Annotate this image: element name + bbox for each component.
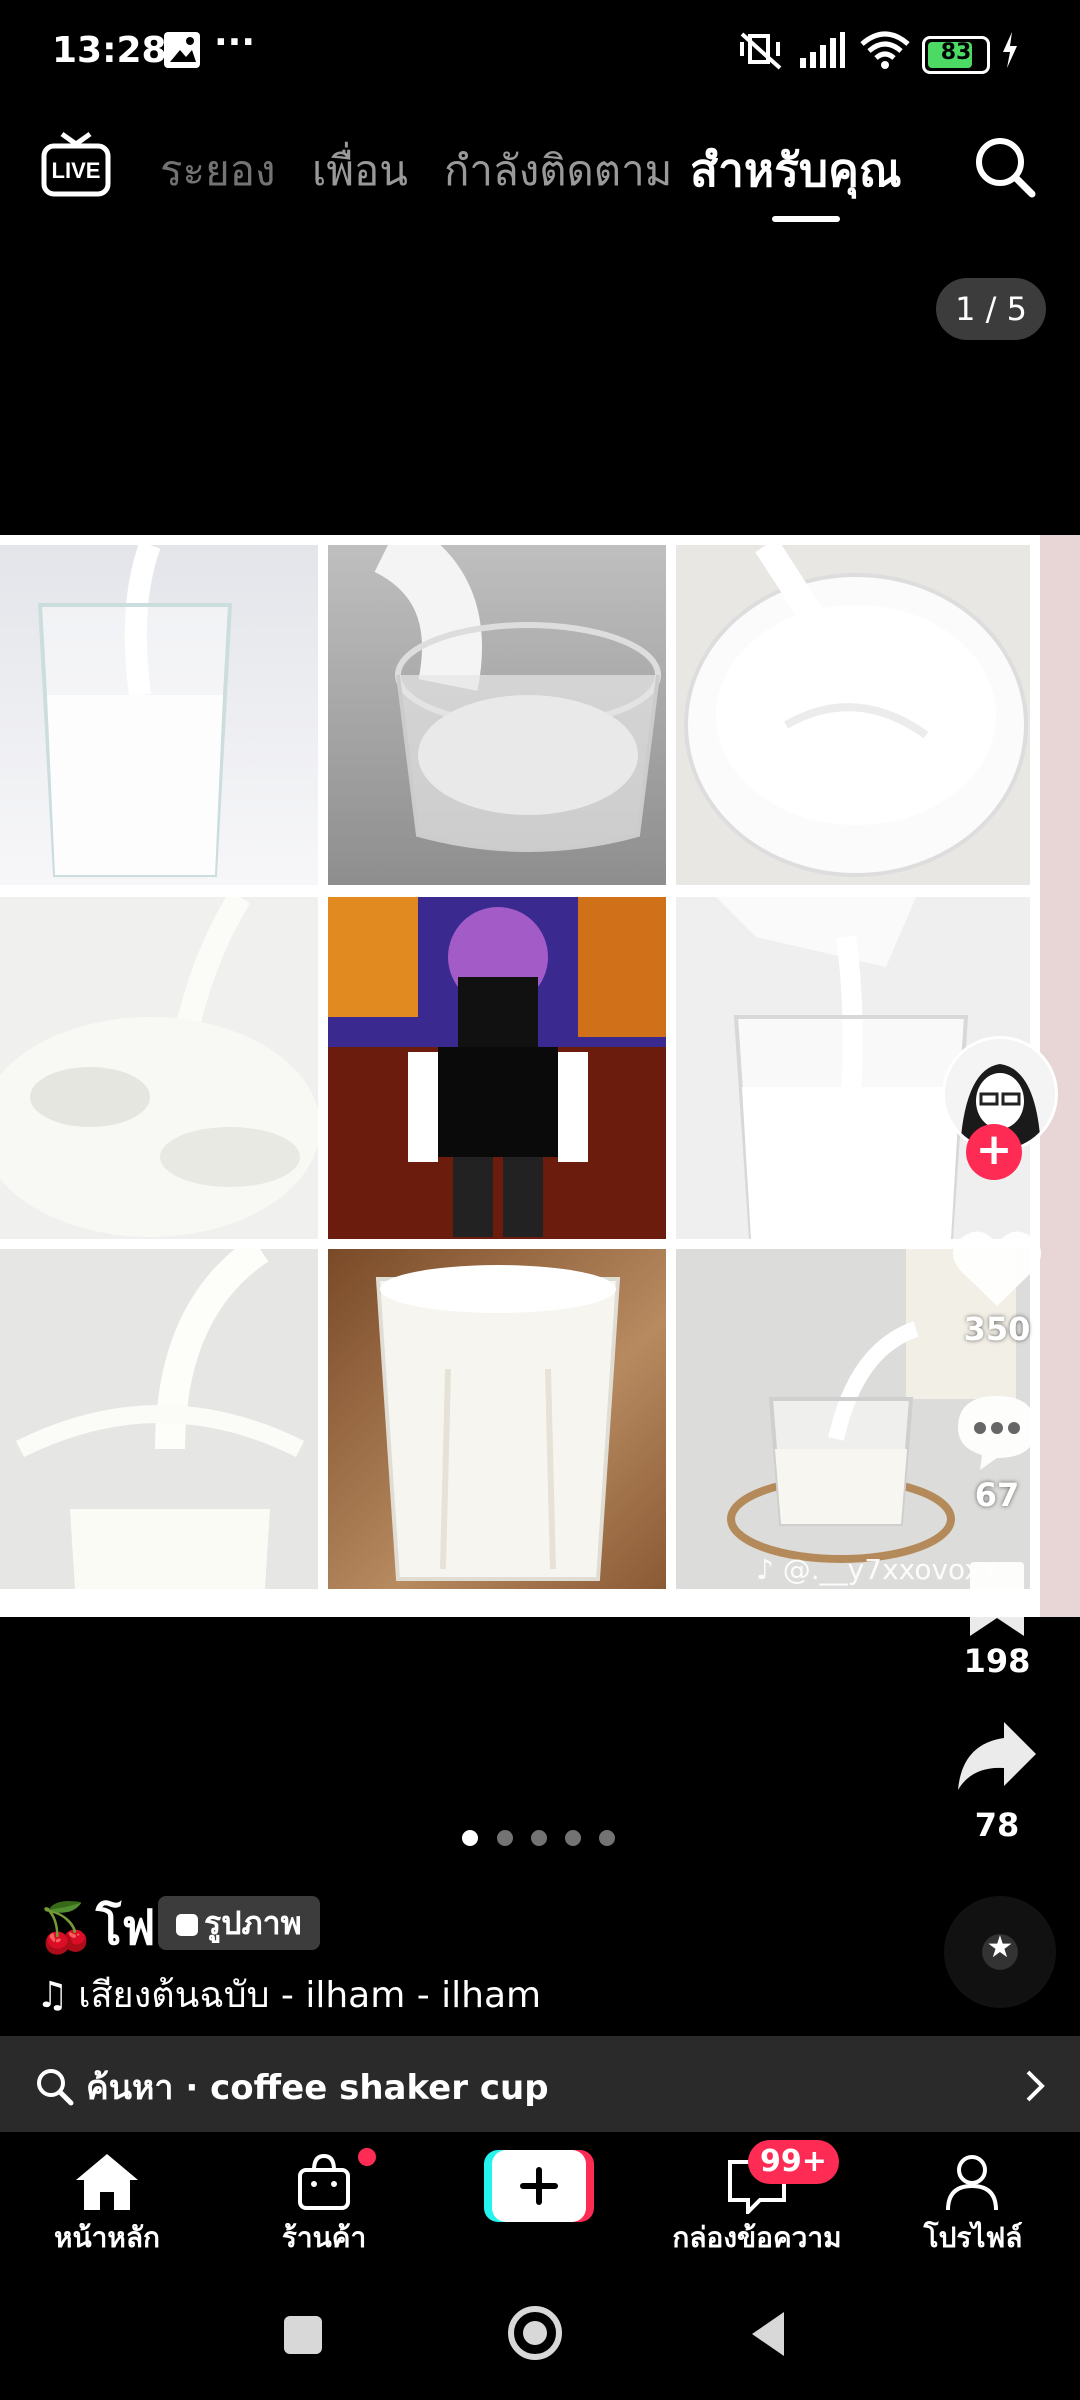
tab-for-you[interactable]: สำหรับคุณ (690, 134, 902, 207)
search-icon (37, 2069, 74, 2106)
shop-bag-icon[interactable] (294, 2152, 354, 2212)
comment-count: 67 (974, 1476, 1020, 1514)
roblox-avatar-photo (328, 897, 666, 1239)
mute-vibrate-icon (740, 32, 782, 70)
battery-icon: 83 (922, 36, 990, 74)
recents-square-icon[interactable] (284, 2316, 322, 2354)
milk-pour-bowl-photo (328, 545, 666, 885)
slide-indicator-dot (497, 1830, 513, 1846)
slide-indicator-dot (599, 1830, 615, 1846)
photo-mode-badge: รูปภาพ (158, 1896, 320, 1950)
milk-splash-glass-photo (0, 1249, 318, 1589)
charging-icon (1003, 32, 1017, 68)
status-bar: 13:28 ··· 83 (0, 0, 1080, 110)
like-count: 350 (963, 1310, 1031, 1348)
live-icon[interactable]: LIVE (40, 128, 112, 200)
milk-glass-wood-photo (328, 1249, 666, 1589)
more-notifications-icon: ··· (214, 22, 256, 63)
nav-profile-label[interactable]: โปรไฟล์ (873, 2216, 1073, 2260)
milk-glass-photo (0, 545, 318, 885)
photo-badge-label: รูปภาพ (204, 1904, 302, 1942)
chevron-right-icon (1026, 2070, 1045, 2102)
battery-level: 83 (940, 40, 972, 65)
milk-splash-cream-photo (0, 897, 318, 1239)
yogurt-bowl-photo (676, 545, 1030, 885)
home-circle-icon[interactable] (508, 2306, 562, 2360)
photo-badge-icon (176, 1914, 198, 1936)
photo-page-counter: 1 / 5 (936, 278, 1046, 340)
music-disc-icon[interactable]: ★ (944, 1896, 1056, 2008)
slide-indicator-dot (531, 1830, 547, 1846)
share-count: 78 (974, 1806, 1020, 1844)
nav-inbox-label[interactable]: กล่องข้อความ (657, 2216, 857, 2260)
save-count: 198 (963, 1642, 1031, 1680)
music-note-icon: ♫ (36, 1975, 69, 2016)
shop-notification-dot (358, 2148, 376, 2166)
music-line[interactable]: ♫ เสียงต้นฉบับ - ilham - ilham (36, 1966, 541, 2023)
follow-plus-button[interactable]: + (966, 1124, 1022, 1180)
create-plus-button[interactable] (484, 2150, 594, 2222)
inbox-unread-badge: 99+ (748, 2140, 839, 2184)
slide-indicator-dot (565, 1830, 581, 1846)
music-title: เสียงต้นฉบับ - ilham - ilham (78, 1975, 542, 2016)
tab-friends[interactable]: เพื่อน (312, 138, 408, 204)
signal-icon (800, 32, 845, 68)
like-heart-icon[interactable] (950, 1226, 1044, 1310)
tab-active-indicator (772, 216, 840, 222)
creator-name[interactable]: 🍒โฟ (36, 1890, 156, 1966)
nav-shop-label[interactable]: ร้านค้า (224, 2216, 424, 2260)
live-label: LIVE (52, 158, 101, 183)
photo-collage[interactable]: ♪ @.__y7xxovoxx (0, 535, 1080, 1617)
status-time: 13:28 (52, 30, 167, 71)
home-icon[interactable] (74, 2152, 140, 2212)
related-search-text: ค้นหา · coffee shaker cup (86, 2068, 549, 2108)
tiktok-watermark: ♪ @.__y7xxovoxx (756, 1553, 998, 1586)
tab-local[interactable]: ระยอง (160, 138, 275, 204)
search-icon[interactable] (972, 134, 1038, 200)
nav-home-label[interactable]: หน้าหลัก (7, 2216, 207, 2260)
back-triangle-icon[interactable] (748, 2310, 788, 2358)
wifi-icon (860, 31, 910, 69)
tab-following[interactable]: กำลังติดตาม (444, 138, 672, 204)
share-arrow-icon[interactable] (956, 1720, 1038, 1792)
gallery-notification-icon (164, 32, 200, 68)
bookmark-icon[interactable] (966, 1560, 1028, 1640)
profile-icon[interactable] (942, 2152, 1002, 2212)
comment-icon[interactable] (954, 1392, 1040, 1472)
slide-indicator-dot (462, 1830, 478, 1846)
